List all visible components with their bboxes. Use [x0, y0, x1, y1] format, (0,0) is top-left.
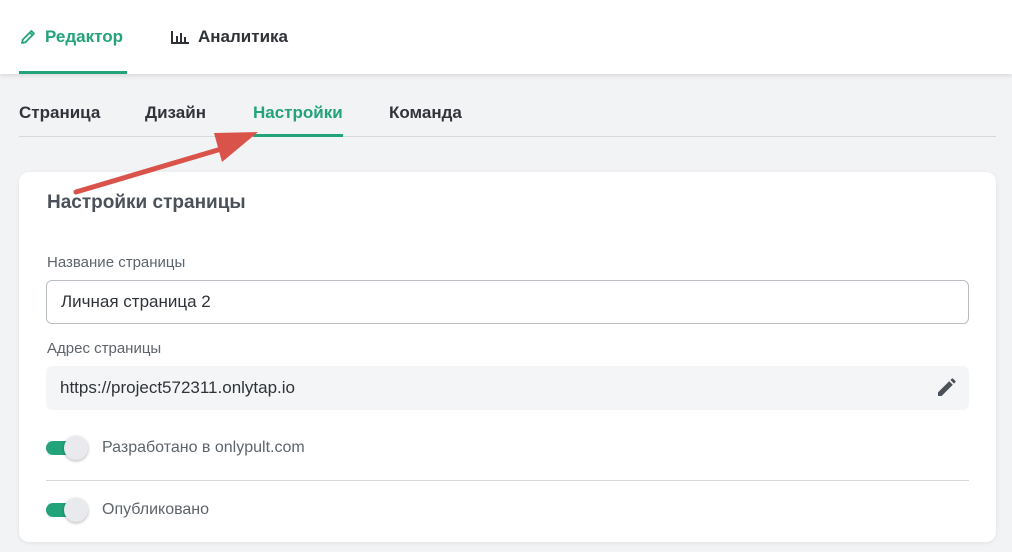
toggle-row-published: Опубликовано [46, 498, 209, 522]
divider [46, 480, 969, 481]
tab-team[interactable]: Команда [389, 90, 462, 136]
developed-by-toggle[interactable] [46, 436, 88, 460]
tab-analytics[interactable]: Аналитика [170, 0, 288, 74]
page-address-value: https://project572311.onlytap.io [60, 378, 296, 397]
edit-address-pencil-icon[interactable] [935, 377, 957, 404]
bar-chart-icon [170, 29, 190, 45]
toggle-knob [64, 436, 88, 460]
card-title: Настройки страницы [47, 192, 246, 213]
toggle-row-developed-by: Разработано в onlypult.com [46, 436, 305, 460]
published-label: Опубликовано [102, 501, 210, 518]
tab-design[interactable]: Дизайн [145, 90, 206, 136]
tab-page[interactable]: Страница [19, 90, 100, 136]
settings-subtabs: Страница Дизайн Настройки Команда [19, 90, 996, 137]
pencil-icon [19, 28, 37, 46]
tab-editor[interactable]: Редактор [19, 0, 127, 74]
toggle-knob [64, 498, 88, 522]
page-name-input[interactable] [46, 280, 969, 324]
tab-analytics-label: Аналитика [198, 27, 288, 46]
page-settings-card: Настройки страницы Название страницы Адр… [19, 172, 996, 542]
tab-settings[interactable]: Настройки [253, 90, 343, 137]
developed-by-label: Разработано в onlypult.com [102, 439, 305, 456]
published-toggle[interactable] [46, 498, 88, 522]
tab-editor-label: Редактор [45, 27, 123, 46]
page-address-field[interactable]: https://project572311.onlytap.io [46, 366, 969, 410]
top-navigation-bar: Редактор Аналитика [0, 0, 1012, 74]
page-address-label: Адрес страницы [47, 340, 162, 357]
page-name-label: Название страницы [47, 254, 186, 271]
